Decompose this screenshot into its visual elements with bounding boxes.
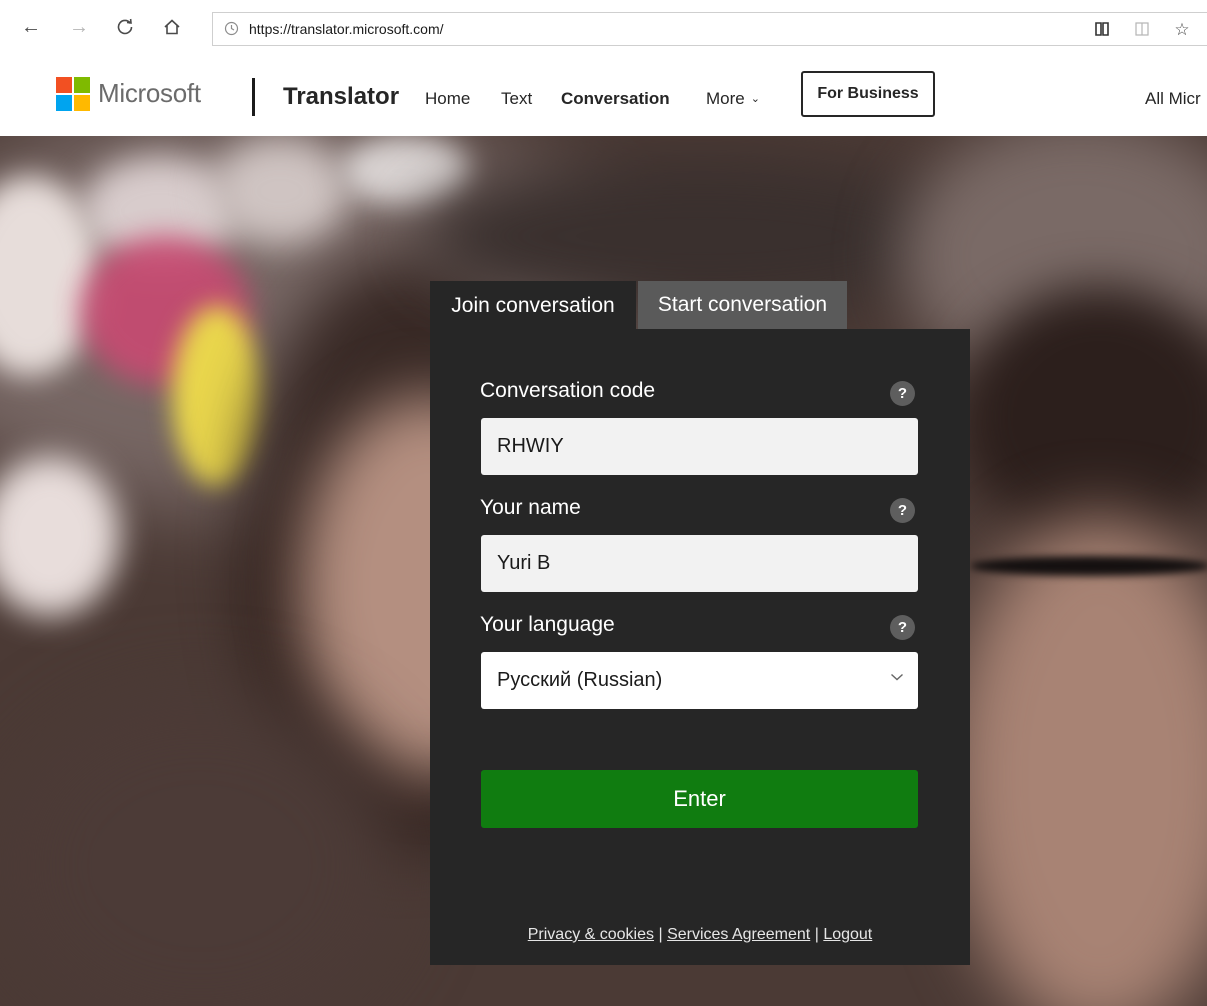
services-agreement-link[interactable]: Services Agreement — [667, 926, 810, 943]
conversation-code-label: Conversation code — [480, 379, 656, 402]
microsoft-logo-icon[interactable] — [56, 77, 90, 111]
footer-separator: | — [658, 926, 663, 943]
refresh-icon[interactable] — [112, 14, 138, 40]
nav-home[interactable]: Home — [425, 89, 470, 109]
language-select[interactable]: Русский (Russian) — [481, 652, 918, 709]
enter-button[interactable]: Enter — [481, 770, 918, 828]
all-microsoft-link[interactable]: All Micr — [1145, 89, 1201, 109]
home-icon[interactable] — [159, 14, 185, 40]
nav-conversation[interactable]: Conversation — [561, 89, 670, 109]
for-business-button[interactable]: For Business — [801, 71, 935, 117]
clock-icon — [224, 21, 240, 37]
favorite-star-icon[interactable]: ☆ — [1171, 20, 1193, 40]
chevron-down-icon — [890, 670, 904, 685]
forward-arrow-icon[interactable]: → — [66, 14, 92, 40]
tab-start-conversation[interactable]: Start conversation — [638, 281, 847, 329]
your-language-help-icon[interactable]: ? — [890, 615, 915, 640]
tab-join-conversation[interactable]: Join conversation — [430, 281, 636, 331]
your-name-label: Your name — [480, 496, 581, 519]
site-header: Microsoft Translator Home Text Conversat… — [0, 58, 1207, 136]
reading-view-icon[interactable] — [1091, 20, 1113, 40]
app-name[interactable]: Translator — [283, 83, 399, 111]
conversation-code-input[interactable]: RHWIY — [481, 418, 918, 475]
browser-toolbar: ← → https://translator.microsoft.com/ ☆ — [0, 0, 1207, 58]
nav-more[interactable]: More ⌄ — [706, 89, 760, 109]
brand-divider — [252, 78, 255, 116]
microsoft-brand[interactable]: Microsoft — [98, 78, 201, 109]
footer-links: Privacy & cookies | Services Agreement |… — [430, 926, 970, 944]
back-arrow-icon[interactable]: ← — [18, 14, 44, 40]
tab-icon[interactable] — [1131, 20, 1153, 40]
language-select-value: Русский (Russian) — [497, 669, 663, 691]
your-language-label: Your language — [480, 613, 615, 636]
privacy-cookies-link[interactable]: Privacy & cookies — [528, 926, 654, 943]
address-bar[interactable]: https://translator.microsoft.com/ ☆ — [212, 12, 1207, 46]
conversation-code-help-icon[interactable]: ? — [890, 381, 915, 406]
url-text[interactable]: https://translator.microsoft.com/ — [249, 21, 444, 37]
nav-text[interactable]: Text — [501, 89, 532, 109]
chevron-down-icon: ⌄ — [750, 93, 760, 105]
your-name-help-icon[interactable]: ? — [890, 498, 915, 523]
logout-link[interactable]: Logout — [823, 926, 872, 943]
nav-more-label: More — [706, 89, 745, 108]
footer-separator: | — [814, 926, 819, 943]
your-name-input[interactable]: Yuri B — [481, 535, 918, 592]
